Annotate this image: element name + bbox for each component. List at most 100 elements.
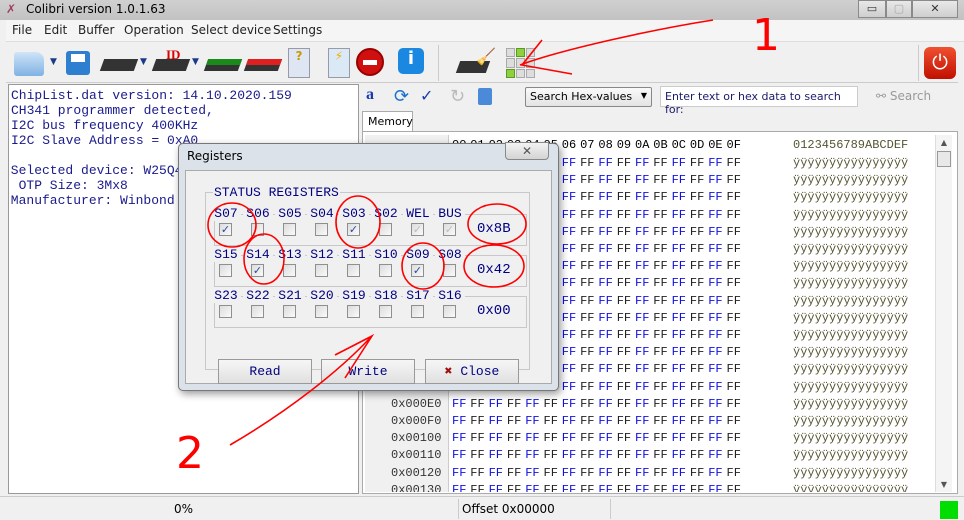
hex-byte[interactable]: FF	[580, 466, 594, 480]
hex-byte[interactable]: FF	[580, 362, 594, 376]
hex-byte[interactable]: FF	[470, 448, 484, 462]
hex-byte[interactable]: FF	[672, 328, 686, 342]
hex-byte[interactable]: FF	[708, 208, 722, 222]
hex-byte[interactable]: FF	[580, 328, 594, 342]
hex-byte[interactable]: FF	[598, 345, 612, 359]
hex-byte[interactable]: FF	[617, 448, 631, 462]
hex-byte[interactable]: FF	[727, 414, 741, 428]
hex-byte[interactable]: FF	[489, 448, 503, 462]
hex-byte[interactable]: FF	[562, 362, 576, 376]
read-chip-icon[interactable]	[99, 59, 139, 71]
hex-byte[interactable]: FF	[708, 328, 722, 342]
hex-byte[interactable]: FF	[690, 225, 704, 239]
hex-byte[interactable]: FF	[727, 466, 741, 480]
hex-byte[interactable]: FF	[598, 311, 612, 325]
register-bit-checkbox-s23[interactable]	[219, 305, 232, 318]
hex-byte[interactable]: FF	[635, 173, 649, 187]
hex-byte[interactable]: FF	[635, 328, 649, 342]
hex-byte[interactable]: FF	[635, 259, 649, 273]
hex-byte[interactable]: FF	[562, 345, 576, 359]
hex-byte[interactable]: FF	[672, 448, 686, 462]
hex-byte[interactable]: FF	[598, 242, 612, 256]
hex-byte[interactable]: FF	[727, 190, 741, 204]
hex-byte[interactable]: FF	[653, 259, 667, 273]
hex-byte[interactable]: FF	[598, 328, 612, 342]
register-bit-checkbox-s20[interactable]	[315, 305, 328, 318]
hex-byte[interactable]: FF	[452, 414, 466, 428]
hex-byte[interactable]: FF	[690, 294, 704, 308]
verify-help-icon[interactable]: ?	[288, 48, 310, 78]
hex-byte[interactable]: FF	[617, 397, 631, 411]
hex-byte[interactable]: FF	[727, 345, 741, 359]
hex-byte[interactable]: FF	[470, 397, 484, 411]
hex-byte[interactable]: FF	[598, 190, 612, 204]
hex-byte[interactable]: FF	[617, 294, 631, 308]
menu-file[interactable]: File	[12, 23, 32, 37]
hex-byte[interactable]: FF	[580, 483, 594, 492]
hex-byte[interactable]: FF	[727, 294, 741, 308]
checksum-icon[interactable]: ✓	[420, 86, 440, 106]
hex-byte[interactable]: FF	[562, 259, 576, 273]
read-button[interactable]: Read	[218, 359, 312, 384]
hex-byte[interactable]: FF	[507, 483, 521, 492]
hex-byte[interactable]: FF	[580, 225, 594, 239]
hex-byte[interactable]: FF	[489, 397, 503, 411]
hex-byte[interactable]: FF	[617, 345, 631, 359]
chip-id-dropdown-icon[interactable]: ▼	[192, 57, 199, 67]
hex-byte[interactable]: FF	[598, 294, 612, 308]
hex-byte[interactable]: FF	[727, 276, 741, 290]
hex-byte[interactable]: FF	[727, 242, 741, 256]
hex-byte[interactable]: FF	[598, 276, 612, 290]
hex-byte[interactable]: FF	[562, 190, 576, 204]
hex-byte[interactable]: FF	[580, 431, 594, 445]
hex-byte[interactable]: FF	[507, 448, 521, 462]
hex-byte[interactable]: FF	[635, 431, 649, 445]
hex-byte[interactable]: FF	[690, 397, 704, 411]
undo-icon[interactable]: ↻	[450, 86, 470, 107]
hex-byte[interactable]: FF	[672, 294, 686, 308]
hex-byte[interactable]: FF	[708, 294, 722, 308]
hex-byte[interactable]: FF	[672, 276, 686, 290]
hex-byte[interactable]: FF	[617, 311, 631, 325]
dialog-close-button[interactable]: ✕	[505, 142, 549, 160]
hex-byte[interactable]: FF	[653, 466, 667, 480]
hex-byte[interactable]: FF	[672, 483, 686, 492]
hex-byte[interactable]: FF	[562, 380, 576, 394]
hex-byte[interactable]: FF	[525, 483, 539, 492]
hex-byte[interactable]: FF	[470, 466, 484, 480]
hex-byte[interactable]: FF	[635, 345, 649, 359]
hex-byte[interactable]: FF	[580, 276, 594, 290]
registers-icon[interactable]	[506, 48, 536, 78]
hex-byte[interactable]: FF	[580, 242, 594, 256]
hex-byte[interactable]: FF	[653, 414, 667, 428]
hex-byte[interactable]: FF	[489, 466, 503, 480]
hex-byte[interactable]: FF	[672, 431, 686, 445]
hex-byte[interactable]: FF	[452, 466, 466, 480]
erase-chip-icon[interactable]	[243, 59, 283, 71]
close-button[interactable]: ✖ Close	[425, 359, 519, 384]
hex-byte[interactable]: FF	[617, 466, 631, 480]
hex-byte[interactable]: FF	[617, 208, 631, 222]
hex-byte[interactable]: FF	[708, 259, 722, 273]
hex-byte[interactable]: FF	[727, 173, 741, 187]
hex-byte[interactable]: FF	[562, 294, 576, 308]
hex-byte[interactable]: FF	[727, 397, 741, 411]
hex-byte[interactable]: FF	[507, 414, 521, 428]
hex-byte[interactable]: FF	[727, 328, 741, 342]
register-bit-checkbox-s07[interactable]: ✓	[219, 223, 232, 236]
hex-byte[interactable]: FF	[580, 448, 594, 462]
hex-byte[interactable]: FF	[544, 414, 558, 428]
register-bit-checkbox-s22[interactable]	[251, 305, 264, 318]
register-bit-checkbox-s06[interactable]	[251, 223, 264, 236]
hex-byte[interactable]: FF	[653, 362, 667, 376]
register-bit-checkbox-s10[interactable]	[379, 264, 392, 277]
hex-byte[interactable]: FF	[635, 242, 649, 256]
hex-byte[interactable]: FF	[727, 156, 741, 170]
hex-byte[interactable]: FF	[598, 414, 612, 428]
hex-byte[interactable]: FF	[672, 414, 686, 428]
hex-byte[interactable]: FF	[507, 466, 521, 480]
hex-byte[interactable]: FF	[598, 208, 612, 222]
register-bit-checkbox-s09[interactable]: ✓	[411, 264, 424, 277]
write-button[interactable]: Write	[321, 359, 415, 384]
hex-byte[interactable]: FF	[708, 431, 722, 445]
